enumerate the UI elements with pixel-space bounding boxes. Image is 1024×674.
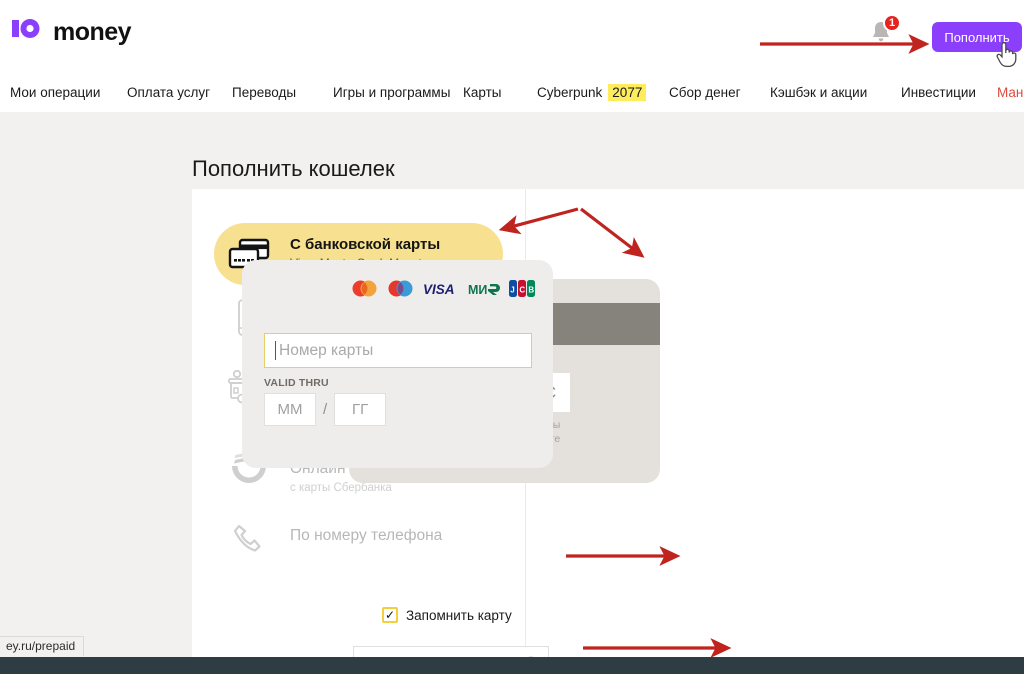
mir-icon: МИ xyxy=(468,282,500,296)
remember-card-checkbox[interactable]: ✓ xyxy=(382,607,398,623)
visa-icon: VISA xyxy=(423,282,459,296)
logo[interactable]: money xyxy=(10,15,131,49)
nav-item-4[interactable]: Карты xyxy=(463,85,501,100)
maestro-icon xyxy=(387,280,414,297)
nav-item-label: Сбор денег xyxy=(669,85,741,100)
nav-item-0[interactable]: Мои операции xyxy=(10,85,100,100)
svg-text:C: C xyxy=(519,286,525,295)
nav-item-5[interactable]: Cyberpunk 2077 xyxy=(537,84,646,101)
page-body: Пополнить кошелек С банковской картыVisa… xyxy=(0,112,1024,657)
page-title: Пополнить кошелек xyxy=(192,156,395,182)
nav-item-label: Кэшбэк и акции xyxy=(770,85,867,100)
nav-item-7[interactable]: Кэшбэк и акции xyxy=(770,85,867,100)
remember-card-label: Запомнить карту xyxy=(406,608,512,623)
nav-item-9[interactable]: Ман xyxy=(997,85,1023,100)
nav-item-label: Карты xyxy=(463,85,501,100)
payment-method-title: По номеру телефона xyxy=(290,527,442,546)
mastercard-icon xyxy=(351,280,378,297)
valid-thru-label: VALID THRU xyxy=(264,377,329,389)
nav-item-label: Cyberpunk xyxy=(537,85,602,100)
nav-item-2[interactable]: Переводы xyxy=(232,85,296,100)
yoomoney-logo-icon xyxy=(10,15,44,49)
remember-card-checkbox-row[interactable]: ✓ Запомнить карту xyxy=(382,607,512,623)
card-front-panel: VISA МИ J C B Номер к xyxy=(242,260,553,468)
text-caret xyxy=(275,341,276,360)
payment-method-phone-number[interactable]: По номеру телефона xyxy=(192,509,525,565)
accepted-card-brands: VISA МИ J C B xyxy=(351,280,535,297)
logo-text: money xyxy=(53,18,131,47)
card-number-placeholder: Номер карты xyxy=(279,342,373,360)
nav-item-label: Переводы xyxy=(232,85,296,100)
expiry-month-input[interactable]: ММ xyxy=(264,393,316,426)
nav-item-label: Оплата услуг xyxy=(127,85,210,100)
nav-item-badge: 2077 xyxy=(608,84,646,101)
nav-item-8[interactable]: Инвестиции xyxy=(901,85,976,100)
svg-text:VISA: VISA xyxy=(423,282,455,296)
expiry-row: ММ / ГГ xyxy=(264,393,386,426)
site-header: money 1 Пополнить Мои операцииОплата усл… xyxy=(0,0,1024,112)
notifications[interactable]: 1 xyxy=(868,18,894,46)
main-navigation: Мои операции Оплата услуг Переводы Игры и п… xyxy=(0,76,1024,108)
notification-count-badge: 1 xyxy=(883,14,901,32)
os-taskbar xyxy=(0,657,1024,674)
screen-root: money 1 Пополнить Мои операцииОплата усл… xyxy=(0,0,1024,674)
nav-item-1[interactable]: Оплата услуг xyxy=(127,85,210,100)
mouse-cursor-pointer-icon xyxy=(996,42,1018,68)
nav-item-label: Инвестиции xyxy=(901,85,976,100)
nav-item-6[interactable]: Сбор денег xyxy=(669,85,741,100)
payment-method-texts: По номеру телефона xyxy=(290,527,442,546)
nav-item-3[interactable]: Игры и программы xyxy=(333,85,450,100)
svg-text:J: J xyxy=(510,286,514,295)
phone-icon xyxy=(226,522,272,552)
jcb-icon: J C B xyxy=(509,280,535,297)
card-number-input[interactable]: Номер карты xyxy=(264,333,532,368)
expiry-separator: / xyxy=(323,401,327,418)
browser-status-bar: ey.ru/prepaid xyxy=(0,636,84,656)
nav-item-label: Игры и программы xyxy=(333,85,450,100)
expiry-year-input[interactable]: ГГ xyxy=(334,393,386,426)
payment-method-title: С банковской карты xyxy=(290,236,440,254)
svg-text:B: B xyxy=(528,286,534,295)
svg-text:МИ: МИ xyxy=(468,283,487,296)
nav-item-label: Мои операции xyxy=(10,85,100,100)
nav-item-label: Ман xyxy=(997,85,1023,100)
